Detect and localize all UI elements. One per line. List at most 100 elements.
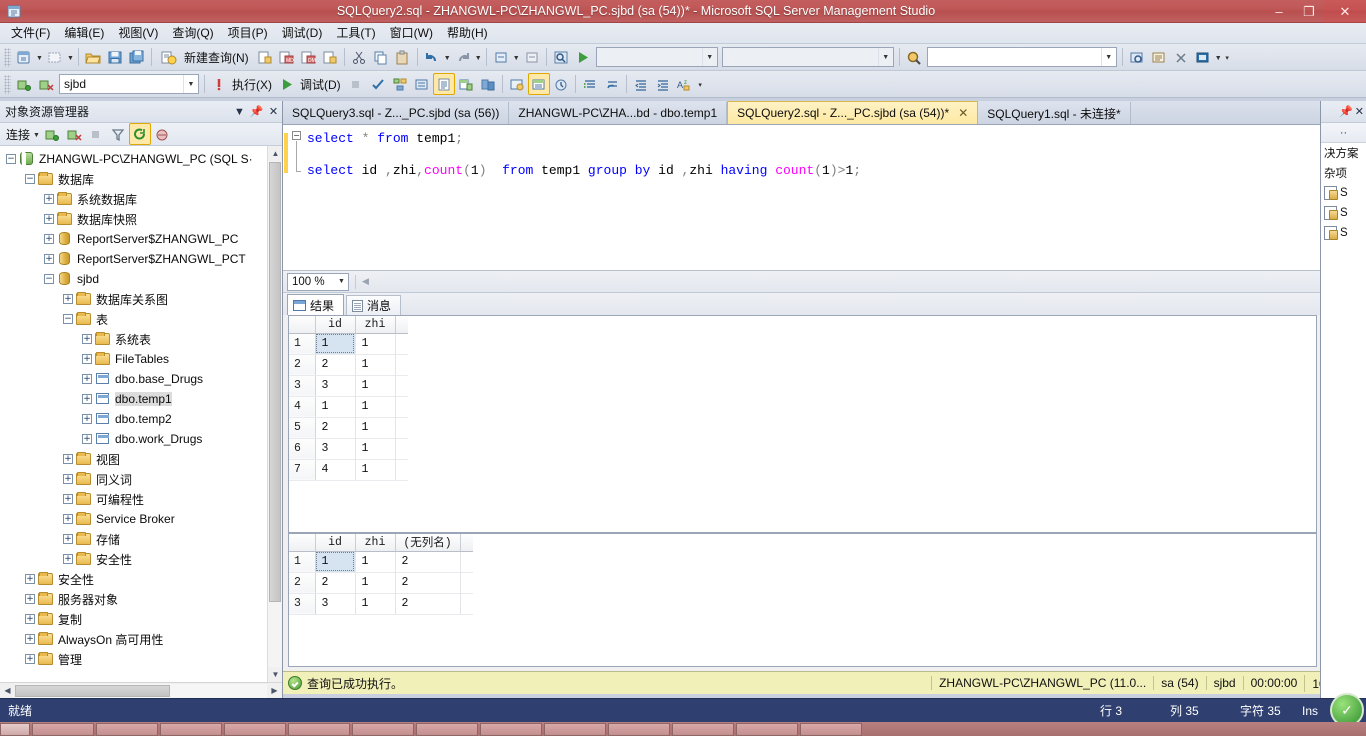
new-dmx-query-icon[interactable]: DM — [297, 46, 319, 68]
close-icon[interactable]: ✕ — [958, 106, 968, 120]
results-grid-2[interactable]: id zhi (无列名) 1 1 1 2 2 2 1 2 3 3 1 2 — [288, 533, 1317, 667]
table-cell[interactable]: 2 — [395, 551, 461, 573]
table-cell[interactable]: 4 — [315, 459, 356, 481]
tree-node[interactable]: + 存储 — [0, 529, 282, 549]
table-cell[interactable]: 2 — [315, 417, 356, 439]
taskbar-item[interactable] — [32, 722, 94, 736]
disconnect-object-icon[interactable] — [63, 123, 85, 145]
results-to-text-icon[interactable] — [432, 73, 455, 95]
undo-dropdown-icon[interactable]: ▼ — [443, 46, 452, 68]
execute-label[interactable]: 执行(X) — [230, 76, 276, 93]
tree-node[interactable]: + ReportServer$ZHANGWL_PCT — [0, 249, 282, 269]
column-header[interactable]: (无列名) — [395, 534, 461, 552]
connect-icon[interactable] — [13, 73, 35, 95]
tree-node[interactable]: + 系统数据库 — [0, 189, 282, 209]
expand-icon[interactable]: + — [63, 474, 73, 484]
table-cell[interactable]: 2 — [395, 593, 461, 615]
table-row[interactable]: 221 — [289, 354, 408, 376]
editor-code-area[interactable]: select * from temp1; select id ,zhi,coun… — [304, 125, 1350, 270]
save-all-icon[interactable] — [126, 46, 148, 68]
registered-servers-icon[interactable] — [1148, 46, 1170, 68]
tree-node[interactable]: − sjbd — [0, 269, 282, 289]
chevron-down-icon[interactable]: ▼ — [231, 103, 248, 121]
decrease-indent-icon[interactable] — [630, 73, 652, 95]
zoom-level-selector[interactable]: 100 % ▼ — [287, 272, 349, 291]
row-number[interactable]: 2 — [289, 354, 316, 376]
tree-node[interactable]: + 数据库关系图 — [0, 289, 282, 309]
table-cell[interactable]: 1 — [355, 375, 396, 397]
redo-dropdown-icon[interactable]: ▼ — [474, 46, 483, 68]
collapse-icon[interactable]: − — [25, 174, 35, 184]
new-xmla-query-icon[interactable] — [319, 46, 341, 68]
table-cell[interactable]: 1 — [355, 572, 396, 594]
table-cell[interactable]: 1 — [355, 593, 396, 615]
tree-node[interactable]: + dbo.base_Drugs — [0, 369, 282, 389]
tree-node[interactable]: + 管理 — [0, 649, 282, 669]
table-row[interactable]: 741 — [289, 459, 408, 481]
sql-editor[interactable]: − select * from temp1; select id ,zhi,co… — [283, 125, 1366, 271]
copy-icon[interactable] — [370, 46, 392, 68]
expand-icon[interactable]: + — [82, 394, 92, 404]
expand-icon[interactable]: + — [44, 194, 54, 204]
table-row[interactable]: 3312 — [289, 593, 473, 615]
pin-icon[interactable]: 📌 — [248, 103, 265, 121]
synchronize-icon[interactable] — [151, 123, 173, 145]
expand-icon[interactable]: + — [82, 354, 92, 364]
new-query-button[interactable] — [155, 46, 182, 68]
debug-target-combo[interactable]: ▼ — [595, 47, 718, 67]
query-options-icon[interactable] — [411, 73, 433, 95]
new-db-query-icon[interactable] — [253, 46, 275, 68]
filter-icon[interactable] — [107, 123, 129, 145]
menu-item-7[interactable]: 窗口(W) — [383, 23, 440, 43]
expand-icon[interactable]: + — [63, 554, 73, 564]
cut-icon[interactable] — [348, 46, 370, 68]
row-number[interactable]: 3 — [289, 593, 316, 615]
table-row[interactable]: 1112 — [289, 551, 473, 573]
column-header[interactable]: id — [315, 316, 356, 334]
hscroll-track[interactable] — [15, 683, 267, 698]
results-tab[interactable]: 消息 — [346, 295, 402, 315]
disconnect-icon[interactable] — [35, 73, 57, 95]
row-header-corner[interactable] — [289, 316, 316, 334]
table-cell[interactable]: 1 — [315, 396, 356, 418]
query-results-options-icon[interactable] — [550, 73, 572, 95]
object-explorer-details-icon[interactable] — [1126, 46, 1148, 68]
properties-dropdown-icon[interactable]: ▼ — [1214, 46, 1223, 68]
tree-node[interactable]: + 安全性 — [0, 569, 282, 589]
taskbar-item[interactable] — [736, 722, 798, 736]
table-cell[interactable]: 3 — [315, 438, 356, 460]
table-row[interactable]: 111 — [289, 333, 408, 355]
tree-node[interactable]: + 复制 — [0, 609, 282, 629]
paste-icon[interactable] — [392, 46, 414, 68]
table-cell[interactable]: 3 — [315, 375, 356, 397]
new-item-dropdown-icon[interactable]: ▼ — [66, 46, 75, 68]
row-header-corner[interactable] — [289, 534, 316, 552]
close-icon[interactable]: ✕ — [265, 103, 282, 121]
navigate-backward-icon[interactable] — [490, 46, 512, 68]
row-number[interactable]: 7 — [289, 459, 316, 481]
tree-node[interactable]: + 数据库快照 — [0, 209, 282, 229]
chevron-down-icon[interactable]: ▼ — [1100, 48, 1116, 66]
undo-icon[interactable] — [421, 46, 443, 68]
collapse-icon[interactable]: − — [6, 154, 16, 164]
document-tab[interactable]: ZHANGWL-PC\ZHA...bd - dbo.temp1 — [509, 102, 728, 124]
document-tab[interactable]: SQLQuery2.sql - Z..._PC.sjbd (sa (54))* ✕ — [727, 101, 979, 124]
new-item-icon[interactable] — [44, 46, 66, 68]
new-project-icon[interactable] — [13, 46, 35, 68]
row-number[interactable]: 1 — [289, 333, 316, 355]
taskbar-item[interactable] — [544, 722, 606, 736]
toolbar-overflow-icon[interactable]: ▾ — [696, 73, 705, 95]
collapse-region-icon[interactable]: − — [292, 131, 301, 140]
expand-icon[interactable]: + — [44, 234, 54, 244]
row-number[interactable]: 5 — [289, 417, 316, 439]
menu-item-8[interactable]: 帮助(H) — [440, 23, 495, 43]
expand-icon[interactable]: + — [82, 374, 92, 384]
table-row[interactable]: 631 — [289, 438, 408, 460]
scrollbar-thumb[interactable] — [269, 162, 281, 602]
taskbar-start-button[interactable] — [0, 722, 30, 736]
row-number[interactable]: 6 — [289, 438, 316, 460]
tree-node[interactable]: + FileTables — [0, 349, 282, 369]
tree-node[interactable]: + Service Broker — [0, 509, 282, 529]
menu-item-1[interactable]: 编辑(E) — [57, 23, 111, 43]
navigate-dropdown-icon[interactable]: ▼ — [512, 46, 521, 68]
